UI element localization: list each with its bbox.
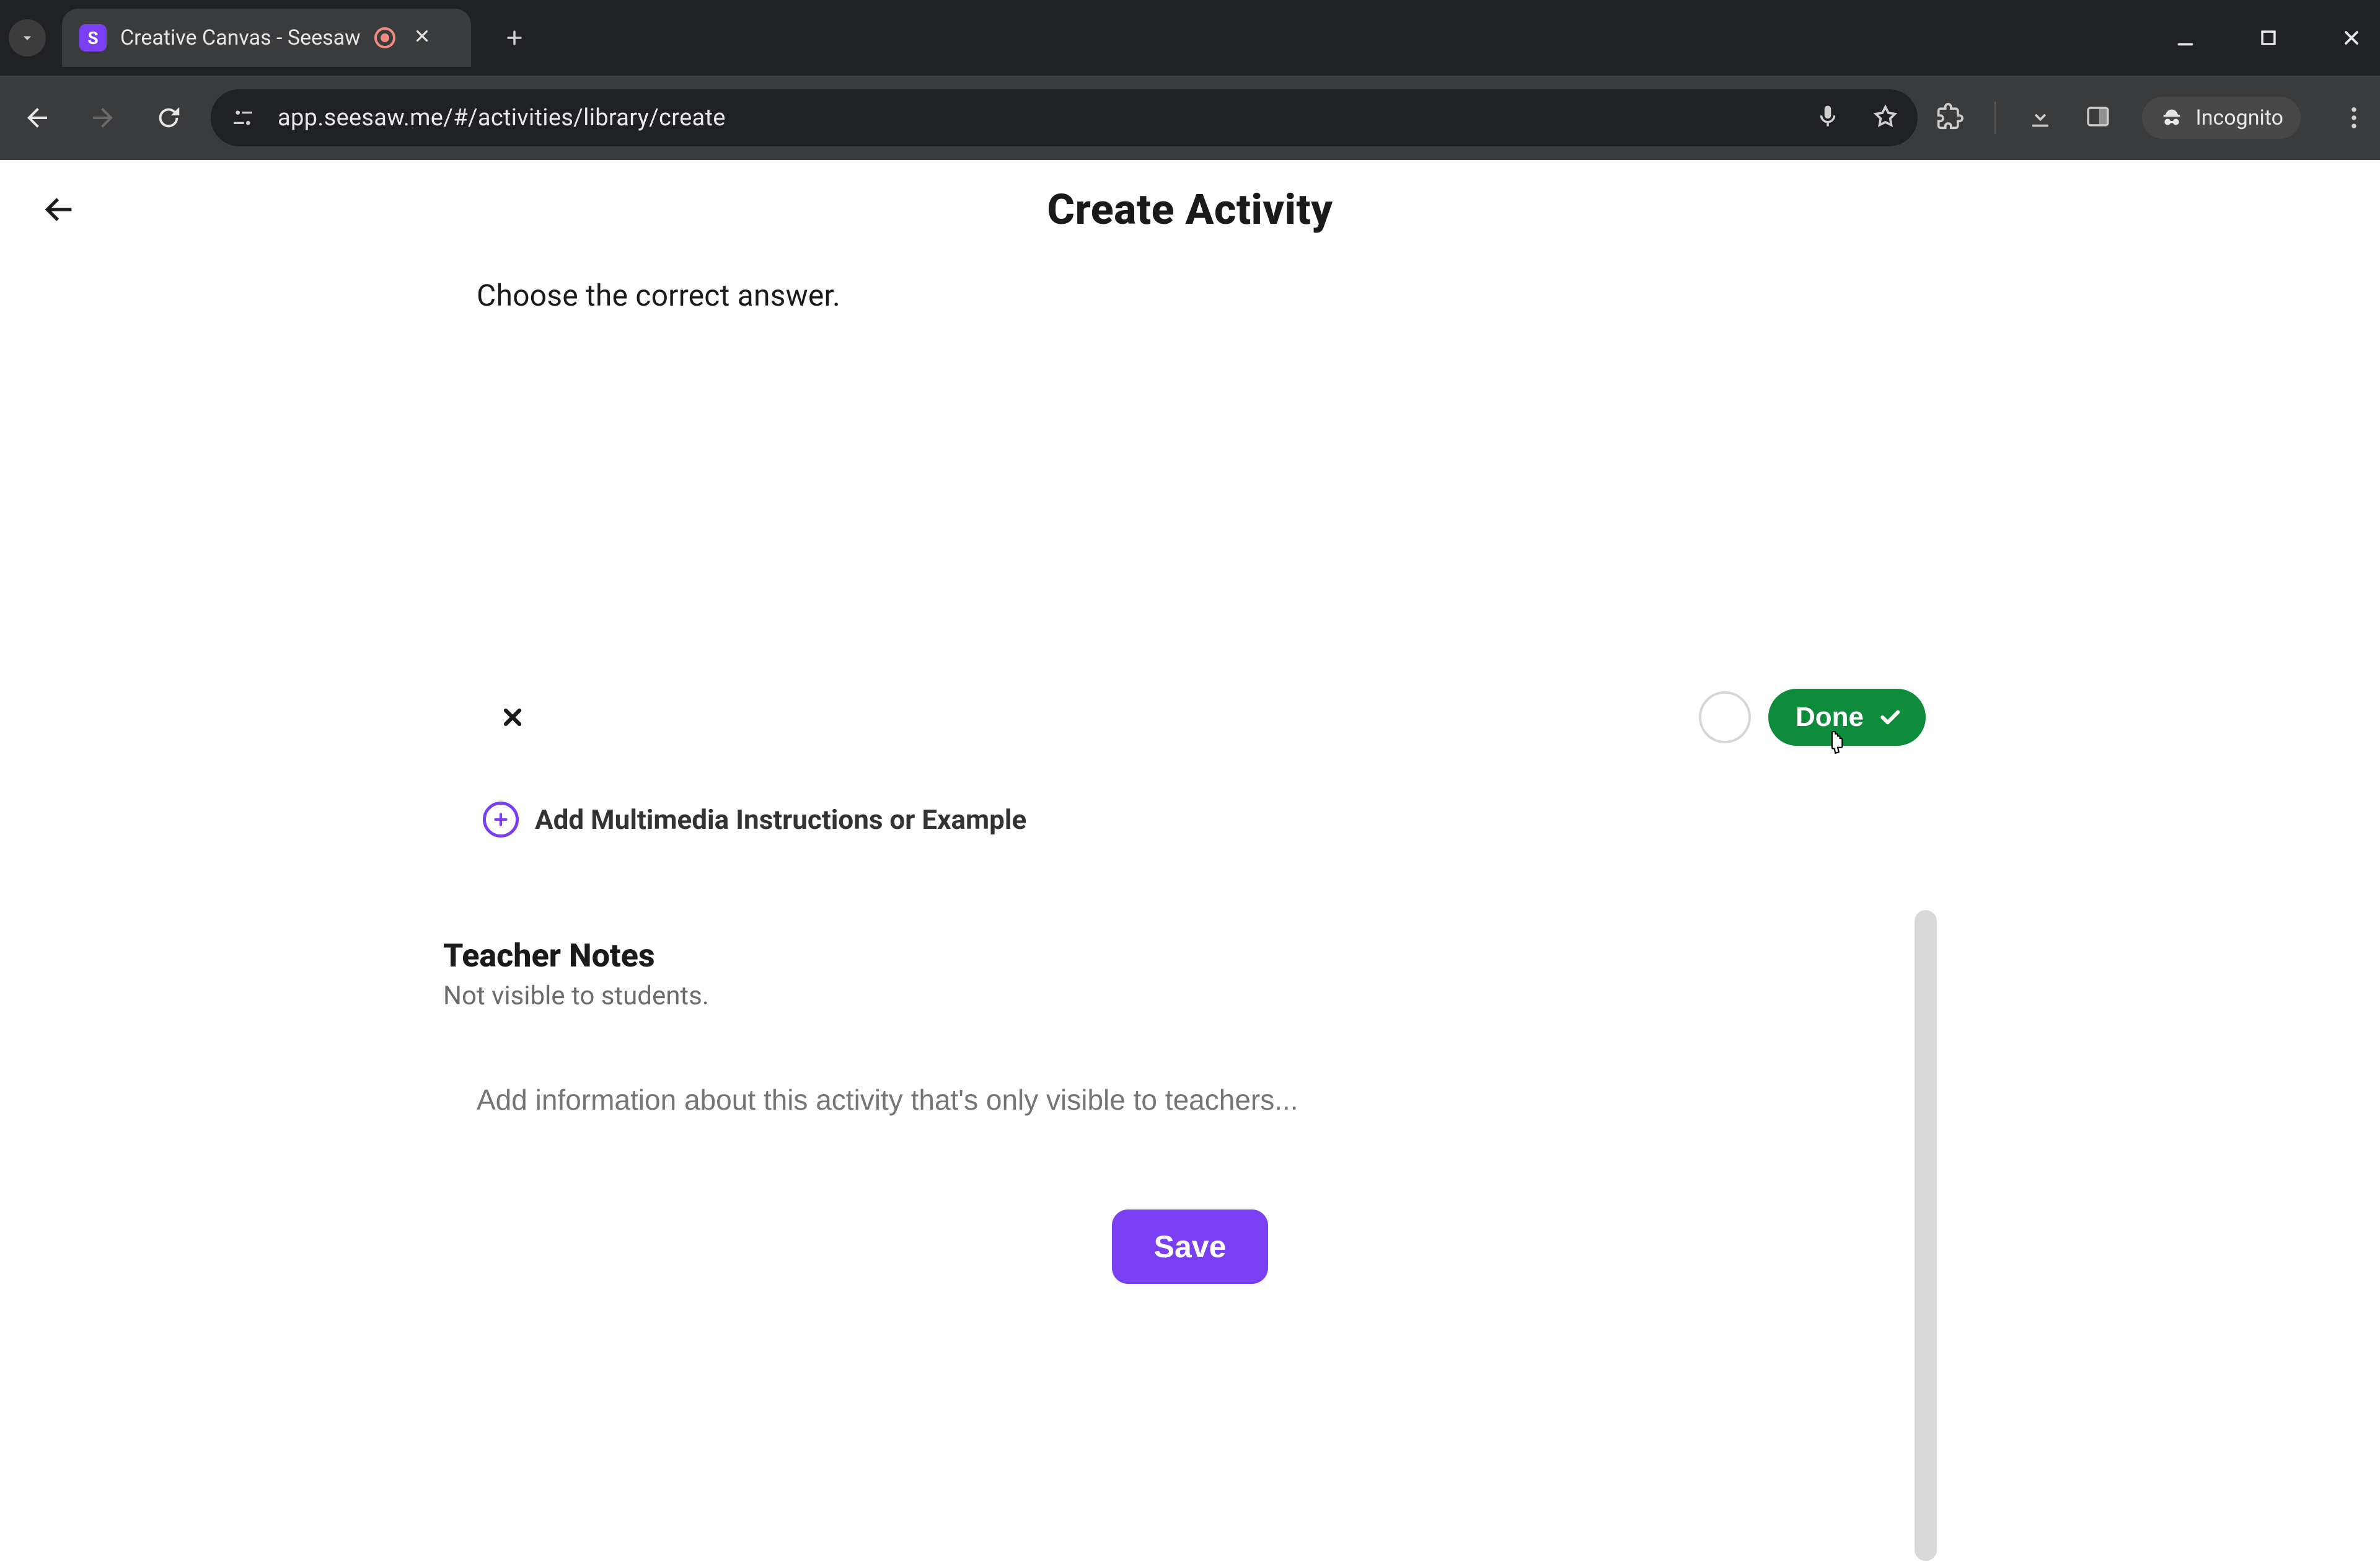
browser-tab[interactable]: S Creative Canvas - Seesaw xyxy=(62,9,471,67)
window-close-button[interactable] xyxy=(2337,23,2366,53)
tab-close-button[interactable] xyxy=(409,22,435,53)
address-bar: app.seesaw.me/#/activities/library/creat… xyxy=(0,76,2380,160)
voice-record-button[interactable] xyxy=(1699,691,1751,743)
recording-indicator-icon xyxy=(374,27,395,48)
microphone-icon xyxy=(1815,104,1841,130)
teacher-notes-subtitle: Not visible to students. xyxy=(443,981,1937,1011)
done-button-label: Done xyxy=(1796,702,1864,733)
maximize-icon xyxy=(2258,27,2279,48)
tab-search-button[interactable] xyxy=(9,19,46,56)
done-button[interactable]: Done xyxy=(1768,689,1926,746)
tab-strip: S Creative Canvas - Seesaw xyxy=(0,0,2380,76)
minimize-icon xyxy=(2174,27,2197,49)
download-icon xyxy=(2027,103,2054,130)
extensions-button[interactable] xyxy=(1936,103,1963,133)
tab-favicon: S xyxy=(79,24,107,51)
student-instructions-text[interactable]: Choose the correct answer. xyxy=(477,278,1937,313)
activity-content: Choose the correct answer. Done Add Mult… xyxy=(443,259,1937,1284)
save-button[interactable]: Save xyxy=(1112,1209,1269,1284)
incognito-icon xyxy=(2159,105,2184,130)
close-icon xyxy=(499,704,526,731)
page-title: Create Activity xyxy=(1047,185,1333,234)
puzzle-icon xyxy=(1936,103,1963,130)
close-icon xyxy=(413,27,431,45)
incognito-label: Incognito xyxy=(2195,105,2283,130)
new-tab-button[interactable] xyxy=(496,19,533,56)
browser-chrome: S Creative Canvas - Seesaw xyxy=(0,0,2380,160)
page: Create Activity Choose the correct answe… xyxy=(0,160,2380,1339)
plus-icon xyxy=(504,27,525,48)
omnibox[interactable]: app.seesaw.me/#/activities/library/creat… xyxy=(211,89,1918,146)
plus-circle-icon xyxy=(483,802,519,838)
add-multimedia-label: Add Multimedia Instructions or Example xyxy=(535,803,1026,836)
page-back-button[interactable] xyxy=(33,185,83,234)
arrow-left-icon xyxy=(22,103,52,133)
tab-title: Creative Canvas - Seesaw xyxy=(120,25,361,50)
panel-icon xyxy=(2085,104,2111,130)
side-panel-button[interactable] xyxy=(2085,104,2111,132)
instruction-actions-row: Done xyxy=(443,689,1937,746)
window-minimize-button[interactable] xyxy=(2171,23,2200,53)
teacher-notes-section: Teacher Notes Not visible to students. xyxy=(443,937,1937,1011)
nav-reload-button[interactable] xyxy=(145,94,192,141)
bookmark-button[interactable] xyxy=(1872,103,1899,133)
clear-instruction-button[interactable] xyxy=(493,697,532,737)
window-controls xyxy=(2171,23,2366,53)
close-icon xyxy=(2340,27,2363,49)
page-header: Create Activity xyxy=(0,160,2380,259)
arrow-right-icon xyxy=(88,103,118,133)
kebab-icon xyxy=(2351,107,2356,128)
nav-back-button[interactable] xyxy=(14,94,61,141)
voice-search-button[interactable] xyxy=(1815,104,1841,132)
reload-icon xyxy=(154,104,183,132)
check-icon xyxy=(1877,705,1902,730)
incognito-indicator[interactable]: Incognito xyxy=(2142,97,2301,139)
window-maximize-button[interactable] xyxy=(2254,23,2283,53)
scrollbar-thumb[interactable] xyxy=(1915,910,1937,1561)
site-info-button[interactable] xyxy=(229,104,257,131)
nav-forward-button[interactable] xyxy=(79,94,126,141)
chevron-down-icon xyxy=(18,29,37,47)
star-icon xyxy=(1872,103,1899,130)
teacher-notes-input[interactable] xyxy=(443,1083,1937,1117)
arrow-left-icon xyxy=(38,190,78,229)
toolbar-right: Incognito xyxy=(1936,97,2370,139)
toolbar-separator xyxy=(1994,102,1996,134)
browser-menu-button[interactable] xyxy=(2338,102,2370,134)
omnibox-url: app.seesaw.me/#/activities/library/creat… xyxy=(278,104,726,131)
downloads-button[interactable] xyxy=(2027,103,2054,133)
tune-icon xyxy=(231,105,255,130)
teacher-notes-title: Teacher Notes xyxy=(443,937,1937,975)
add-multimedia-button[interactable]: Add Multimedia Instructions or Example xyxy=(483,802,1937,838)
